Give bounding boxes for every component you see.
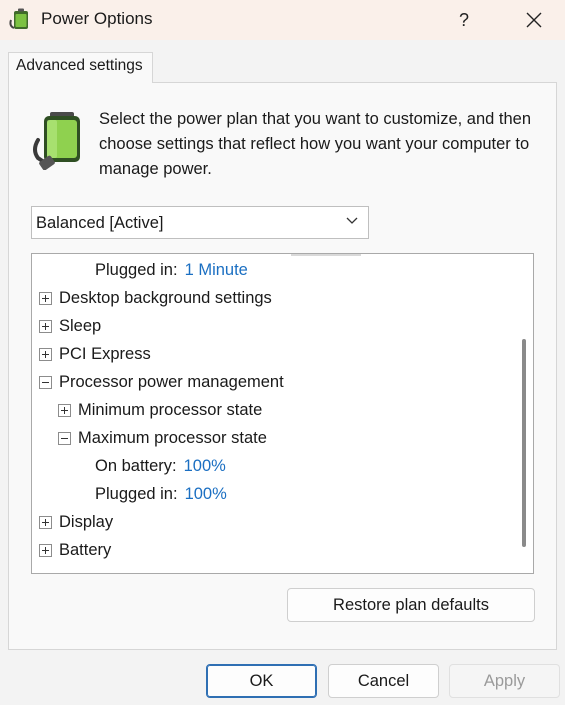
tree-item-label: Plugged in: [95, 484, 178, 503]
tree-item[interactable]: Plugged in: 100% [32, 480, 227, 508]
tab-advanced-settings[interactable]: Advanced settings [8, 52, 153, 83]
tree-item-label: Minimum processor state [78, 400, 263, 419]
power-plan-battery-icon [33, 112, 80, 170]
expand-icon[interactable] [39, 515, 52, 529]
collapse-icon[interactable] [39, 375, 52, 389]
help-button[interactable]: ? [440, 0, 488, 40]
tree-item[interactable]: Processor power management [32, 368, 284, 396]
apply-button[interactable]: Apply [449, 664, 560, 698]
tree-item[interactable]: Display [32, 508, 113, 536]
collapse-icon[interactable] [58, 431, 71, 445]
tree-item-label: Maximum processor state [78, 428, 267, 447]
close-button[interactable] [510, 0, 558, 40]
power-options-app-icon [9, 8, 28, 29]
expand-icon[interactable] [39, 347, 52, 361]
tree-item[interactable]: Battery [32, 536, 111, 564]
setting-value-link[interactable]: 1 Minute [185, 261, 248, 280]
tree-item-label: On battery: [95, 456, 177, 475]
cancel-button[interactable]: Cancel [328, 664, 439, 698]
close-icon [526, 12, 542, 28]
expand-icon[interactable] [39, 319, 52, 333]
power-plan-dropdown[interactable]: Balanced [Active] [31, 206, 369, 239]
tree-item[interactable]: Plugged in: 1 Minute [32, 256, 248, 284]
expand-icon[interactable] [39, 291, 52, 305]
tree-item[interactable]: On battery: 100% [32, 452, 226, 480]
tree-item-label: Desktop background settings [59, 288, 272, 307]
ok-button[interactable]: OK [206, 664, 317, 698]
tree-item-label: Processor power management [59, 372, 284, 391]
chevron-down-icon [346, 217, 358, 224]
restore-plan-defaults-button[interactable]: Restore plan defaults [287, 588, 535, 622]
scroll-edge-indicator [291, 254, 361, 256]
tree-item[interactable]: Maximum processor state [32, 424, 267, 452]
tree-item[interactable]: PCI Express [32, 340, 151, 368]
tree-item-label: Sleep [59, 316, 102, 335]
settings-tree[interactable]: Plugged in: 1 Minute Desktop background se… [31, 253, 534, 574]
tree-item[interactable]: Desktop background settings [32, 284, 272, 312]
scrollbar-thumb[interactable] [522, 339, 526, 547]
expand-icon[interactable] [39, 543, 52, 557]
window-title: Power Options [41, 9, 153, 28]
setting-value-link[interactable]: 100% [185, 485, 227, 504]
power-plan-dropdown-value: Balanced [Active] [36, 214, 164, 232]
setting-value-link[interactable]: 100% [184, 457, 226, 476]
tree-item[interactable]: Minimum processor state [32, 396, 262, 424]
title-bar: Power Options ? [0, 0, 565, 40]
tree-item-label: PCI Express [59, 344, 151, 363]
expand-icon[interactable] [58, 403, 71, 417]
instructions-text: Select the power plan that you want to c… [99, 110, 532, 178]
vertical-scrollbar[interactable] [517, 255, 532, 573]
tree-item-label: Display [59, 512, 114, 531]
tree-item-label: Battery [59, 540, 112, 559]
tree-item[interactable]: Sleep [32, 312, 101, 340]
tree-item-label: Plugged in: [95, 260, 178, 279]
